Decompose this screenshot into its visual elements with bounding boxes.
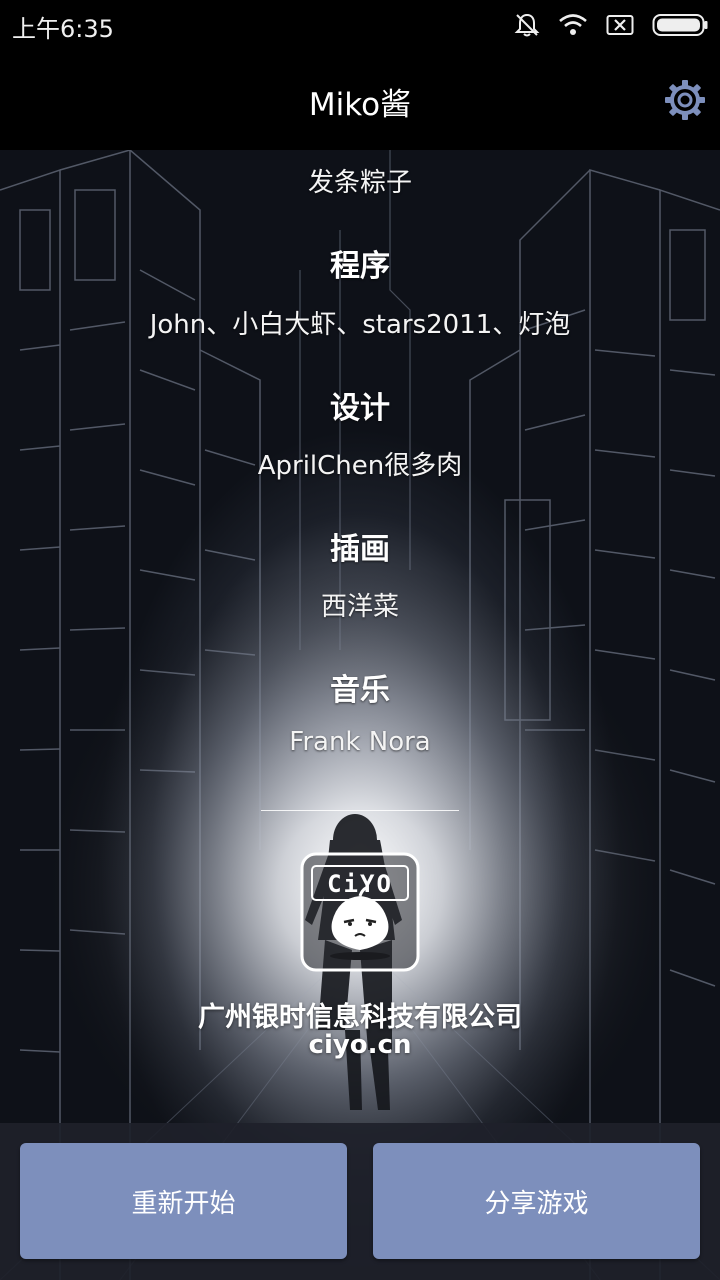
logo-text: CiYO bbox=[327, 870, 393, 898]
bottom-action-bar: 重新开始 分享游戏 bbox=[0, 1123, 720, 1280]
share-game-button[interactable]: 分享游戏 bbox=[373, 1143, 700, 1259]
wifi-icon bbox=[559, 14, 587, 35]
credit-heading-programming: 程序 bbox=[330, 249, 390, 284]
settings-button[interactable] bbox=[664, 79, 706, 121]
sim-x-icon bbox=[606, 15, 634, 35]
credit-heading-music: 音乐 bbox=[330, 673, 390, 708]
divider bbox=[261, 810, 459, 811]
credit-names-music: Frank Nora bbox=[289, 727, 431, 757]
credit-intro-line: 发条粽子 bbox=[307, 168, 412, 198]
status-bar: 上午6:35 bbox=[0, 0, 720, 50]
status-icons bbox=[514, 10, 708, 40]
restart-button[interactable]: 重新开始 bbox=[20, 1143, 347, 1259]
gear-icon bbox=[665, 80, 705, 120]
credit-heading-design: 设计 bbox=[330, 391, 390, 426]
status-time: 上午6:35 bbox=[12, 15, 114, 43]
app-header: Miko酱 bbox=[0, 50, 720, 150]
credit-names-programming: John、小白大虾、stars2011、灯泡 bbox=[149, 310, 571, 340]
bell-muted-icon bbox=[514, 13, 540, 37]
company-name: 广州银时信息科技有限公司 bbox=[198, 1002, 522, 1033]
page-title: Miko酱 bbox=[308, 87, 412, 123]
battery-icon bbox=[652, 14, 708, 36]
credit-heading-illustration: 插画 bbox=[330, 532, 390, 567]
credit-names-design: AprilChen很多肉 bbox=[257, 451, 463, 481]
company-url[interactable]: ciyo.cn bbox=[0, 1030, 720, 1060]
ciyo-logo: CiYO bbox=[300, 852, 420, 972]
about-screen: 上午6:35 Miko酱 发条粽子 程序 John、小白大虾、stars2011… bbox=[0, 0, 720, 1280]
credit-names-illustration: 西洋菜 bbox=[320, 592, 399, 622]
